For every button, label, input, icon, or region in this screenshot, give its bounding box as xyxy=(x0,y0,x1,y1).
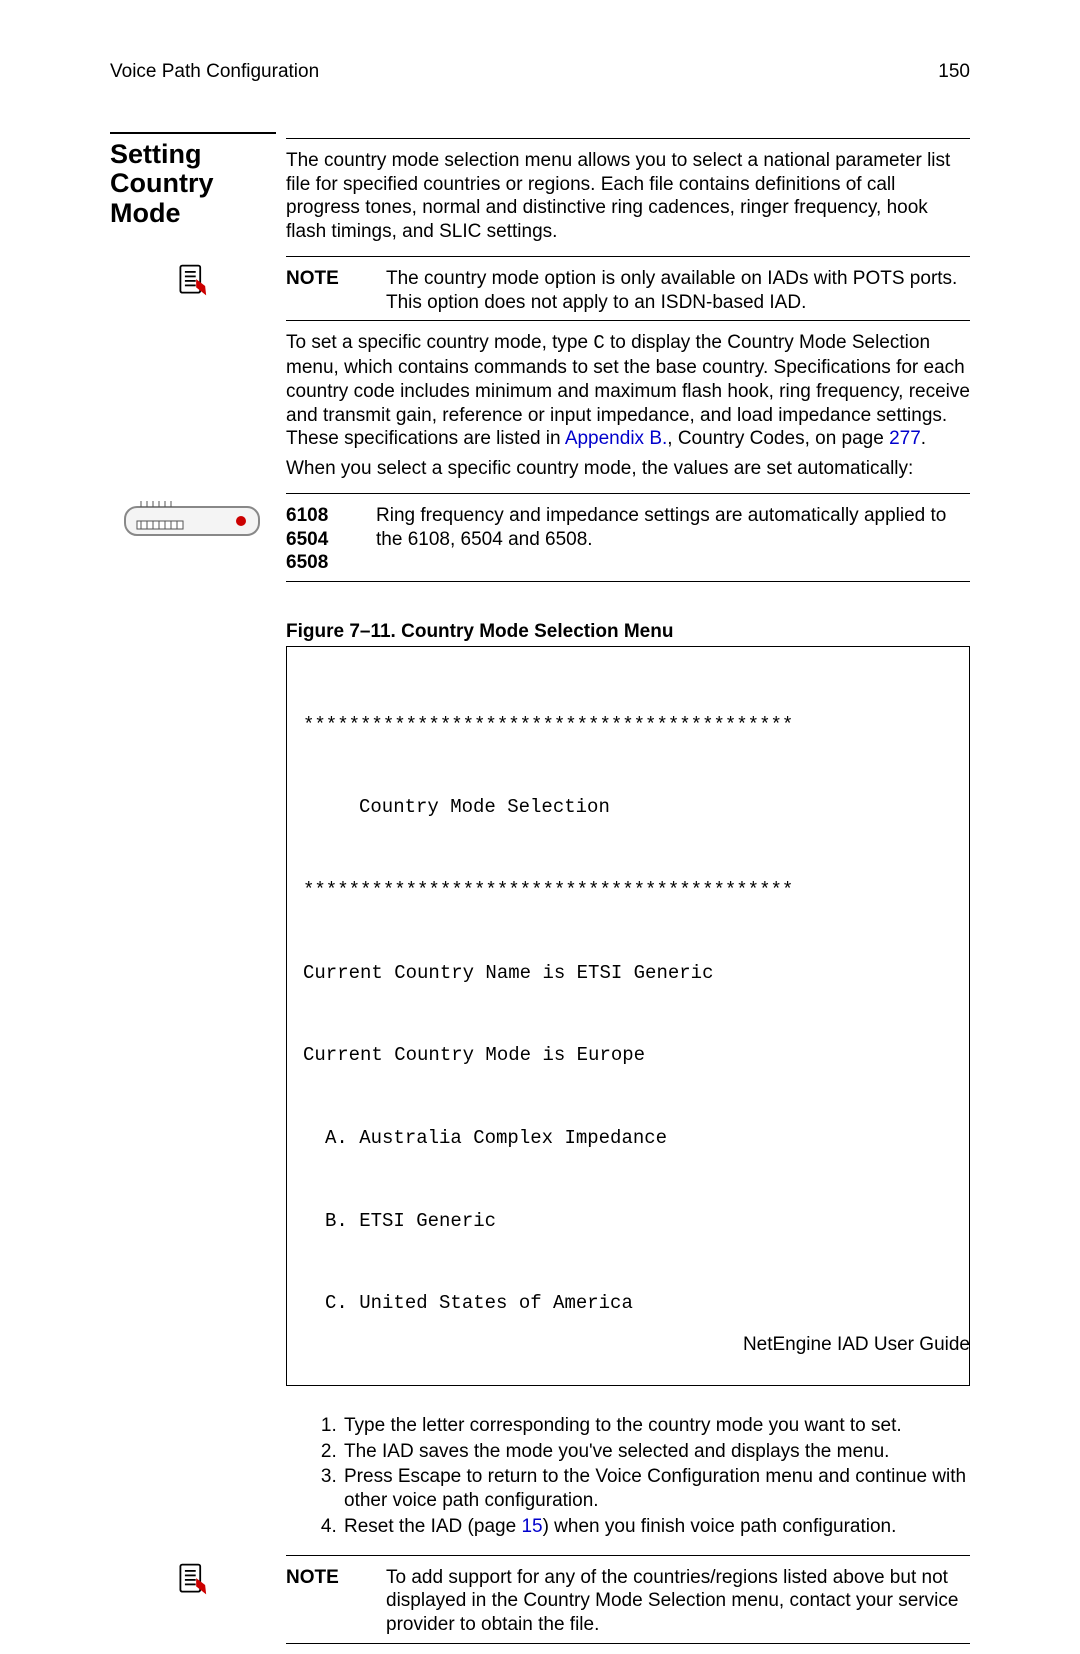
text: ) when you finish voice path configurati… xyxy=(543,1516,897,1537)
rule xyxy=(286,1643,970,1644)
step-1: Type the letter corresponding to the cou… xyxy=(342,1414,970,1438)
terminal-option-a: A. Australia Complex Impedance xyxy=(303,1125,953,1153)
text: , Country Codes, on page xyxy=(667,428,889,449)
terminal-line: ****************************************… xyxy=(303,712,953,740)
country-mode-paragraph: To set a specific country mode, type C t… xyxy=(286,331,970,451)
note-text: The country mode option is only availabl… xyxy=(386,267,970,315)
text: . xyxy=(921,428,926,449)
rule xyxy=(286,493,970,494)
rule xyxy=(286,256,970,257)
terminal-title: Country Mode Selection xyxy=(303,794,953,822)
step-3: Press Escape to return to the Voice Conf… xyxy=(342,1465,970,1513)
note-block: NOTE The country mode option is only ava… xyxy=(286,267,970,315)
page: Voice Path Configuration 150 Setting Cou… xyxy=(0,0,1080,1397)
section-title: Setting Country Mode xyxy=(110,140,276,229)
note-label: NOTE xyxy=(286,1566,356,1637)
note-label: NOTE xyxy=(286,267,356,315)
model-6108: 6108 xyxy=(286,504,346,528)
rule xyxy=(286,581,970,582)
appendix-b-link[interactable]: Appendix B. xyxy=(565,428,667,449)
steps-list: Type the letter corresponding to the cou… xyxy=(286,1414,970,1539)
running-header: Voice Path Configuration 150 xyxy=(110,60,970,84)
page-15-link[interactable]: 15 xyxy=(521,1516,542,1537)
intro-paragraph: The country mode selection menu allows y… xyxy=(286,149,970,244)
note-text: To add support for any of the countries/… xyxy=(386,1566,970,1637)
header-right: 150 xyxy=(938,60,970,84)
section-rule xyxy=(110,132,276,134)
rule xyxy=(286,320,970,321)
page-277-link[interactable]: 277 xyxy=(889,428,921,449)
terminal-line: Current Country Mode is Europe xyxy=(303,1042,953,1070)
model-labels: 6108 6504 6508 xyxy=(286,504,346,575)
terminal-line: ****************************************… xyxy=(303,877,953,905)
text: Reset the IAD (page xyxy=(344,1516,521,1537)
footer: NetEngine IAD User Guide xyxy=(743,1333,970,1357)
note-icon xyxy=(110,262,276,298)
figure-caption: Figure 7–11. Country Mode Selection Menu xyxy=(286,620,970,644)
terminal-line: Current Country Name is ETSI Generic xyxy=(303,960,953,988)
auto-paragraph: When you select a specific country mode,… xyxy=(286,457,970,481)
terminal-option-b: B. ETSI Generic xyxy=(303,1208,953,1236)
header-left: Voice Path Configuration xyxy=(110,60,319,84)
terminal-output: ****************************************… xyxy=(286,646,970,1386)
terminal-option-c: C. United States of America xyxy=(303,1290,953,1318)
note-icon xyxy=(110,1561,276,1597)
model-6508: 6508 xyxy=(286,551,346,575)
model-6504: 6504 xyxy=(286,528,346,552)
step-2: The IAD saves the mode you've selected a… xyxy=(342,1440,970,1464)
text: To set a specific country mode, type xyxy=(286,332,593,353)
key-c: C xyxy=(593,332,604,354)
model-row: 6108 6504 6508 Ring frequency and impeda… xyxy=(286,504,970,575)
rule xyxy=(286,1555,970,1556)
rule xyxy=(286,138,970,139)
note-block: NOTE To add support for any of the count… xyxy=(286,1566,970,1637)
device-icon xyxy=(110,499,276,545)
model-text: Ring frequency and impedance settings ar… xyxy=(376,504,970,575)
step-4: Reset the IAD (page 15) when you finish … xyxy=(342,1515,970,1539)
